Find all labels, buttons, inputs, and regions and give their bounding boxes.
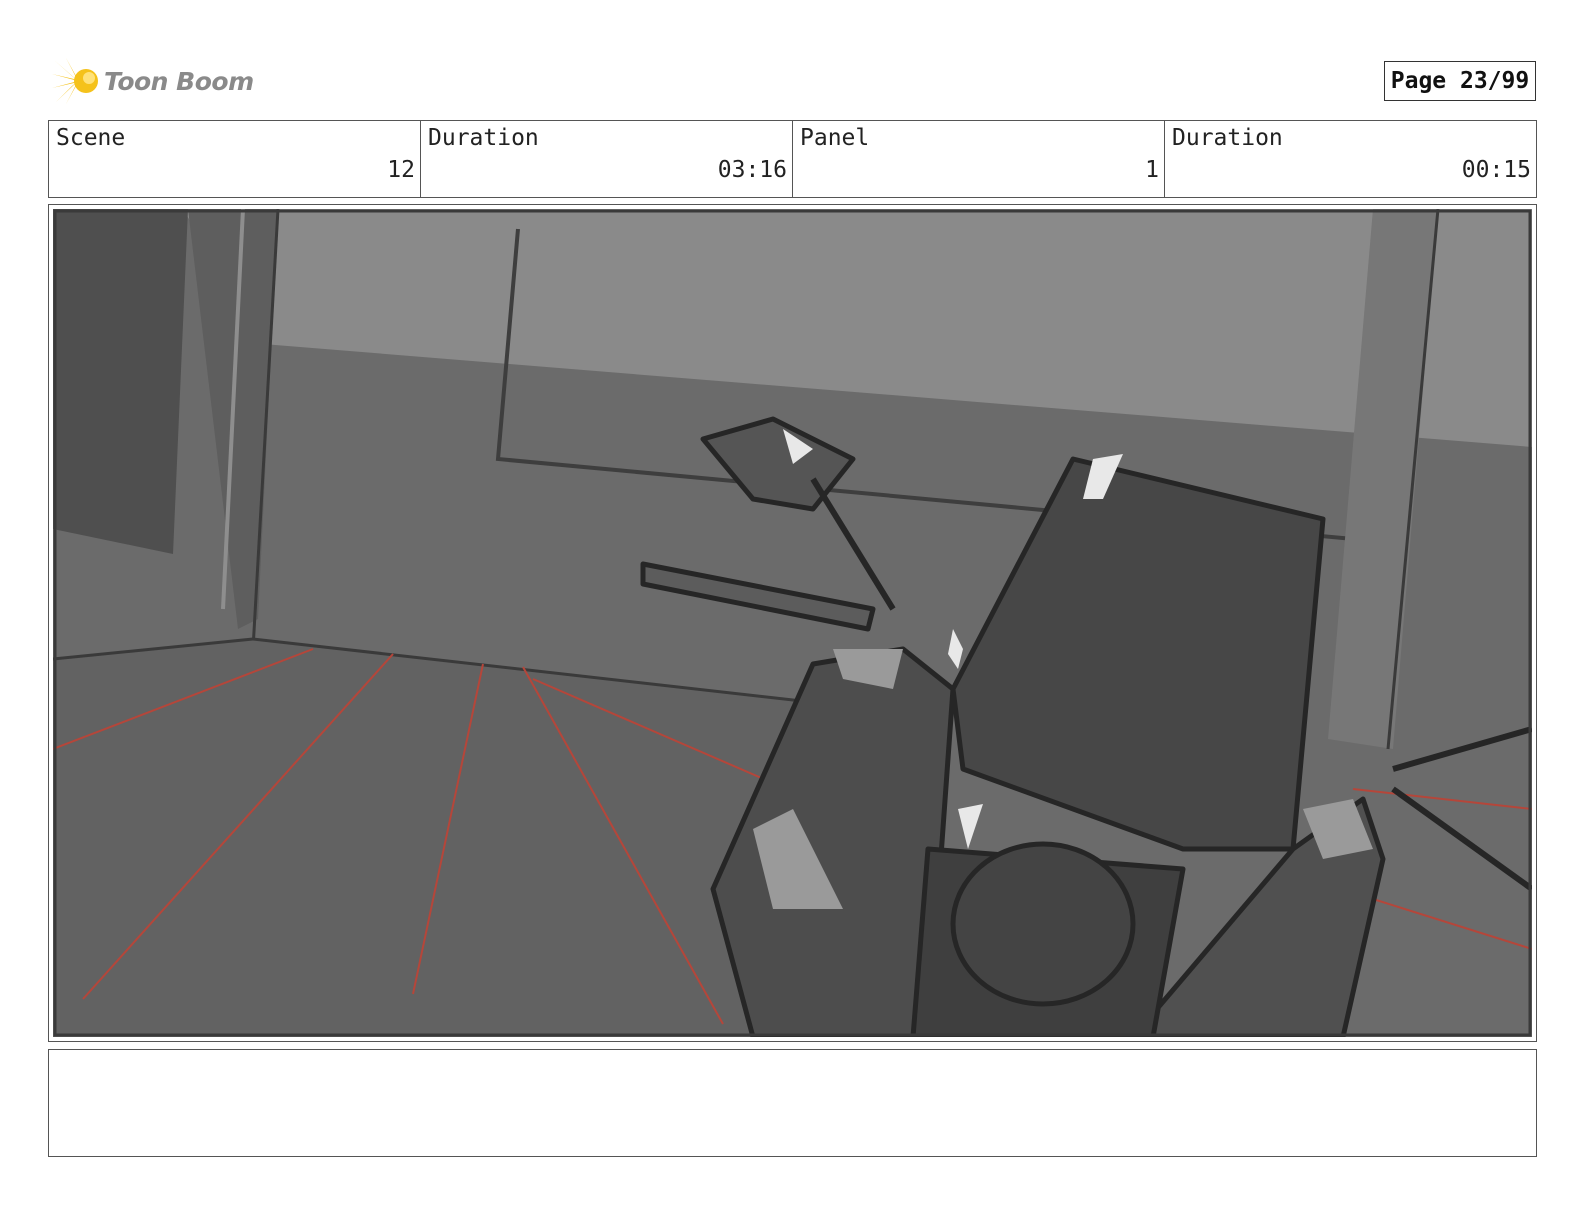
scene-duration-cell: Duration 03:16 [421,121,793,197]
page-indicator: Page 23/99 [1384,61,1536,101]
panel-duration-cell: Duration 00:15 [1165,121,1536,197]
storyboard-panel-image [53,209,1532,1037]
panel-label: Panel [800,125,870,151]
scene-value: 12 [387,157,415,183]
logo-text: Toon Boom [104,66,254,96]
panel-cell: Panel 1 [793,121,1165,197]
scene-duration-label: Duration [428,125,539,151]
panel-notes-area [48,1049,1537,1157]
toon-boom-logo: Toon Boom [52,55,254,107]
starburst-icon [52,58,98,104]
storyboard-panel-frame [48,204,1537,1042]
scene-cell: Scene 12 [49,121,421,197]
panel-value: 1 [1145,157,1159,183]
panel-duration-label: Duration [1172,125,1283,151]
scene-info-table: Scene 12 Duration 03:16 Panel 1 Duration… [48,120,1537,198]
panel-duration-value: 00:15 [1461,157,1531,183]
scene-label: Scene [56,125,126,151]
scene-duration-value: 03:16 [717,157,787,183]
